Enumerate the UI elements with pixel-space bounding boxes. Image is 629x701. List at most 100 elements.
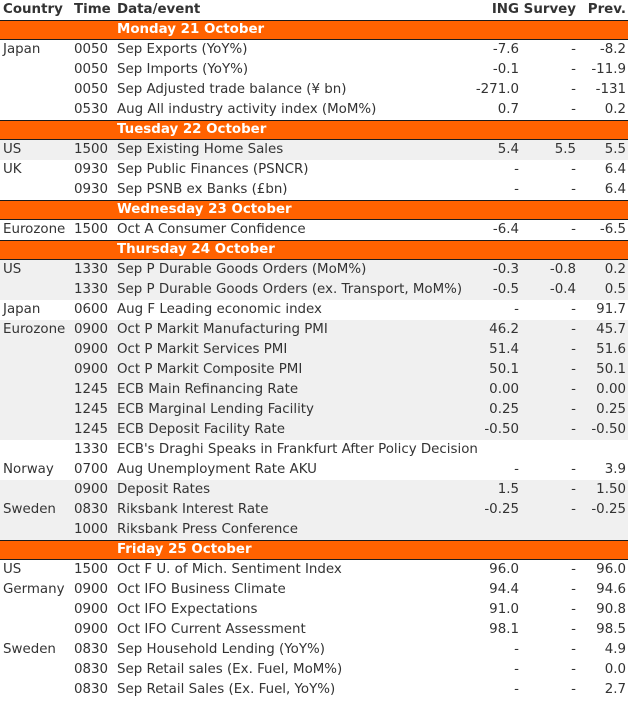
table-row: UK 0930 Sep Public Finances (PSNCR) - - 6.4	[0, 160, 628, 180]
table-row: 0050 Sep Adjusted trade balance (¥ bn) -27…	[0, 80, 628, 100]
cell-country: Eurozone	[3, 222, 66, 237]
header-row: Country Time Data/event ING Survey Prev.	[0, 0, 628, 20]
cell-ing: 94.4	[489, 582, 519, 597]
cell-time: 0530	[74, 102, 109, 117]
cell-prev: -8.2	[599, 42, 626, 57]
table-row: 0050 Sep Imports (YoY%) -0.1 - -11.9	[0, 60, 628, 80]
cell-country: Eurozone	[3, 322, 66, 337]
cell-survey: -	[571, 502, 576, 517]
cell-time: 0900	[74, 322, 109, 337]
cell-survey: -	[571, 462, 576, 477]
cell-country: Norway	[3, 462, 54, 477]
cell-country: Japan	[3, 42, 41, 57]
cell-ing: -6.4	[492, 222, 519, 237]
cell-time: 0930	[74, 182, 109, 197]
cell-time: 0900	[74, 602, 109, 617]
cell-time: 1500	[74, 142, 109, 157]
cell-time: 1500	[74, 562, 109, 577]
cell-event: Oct IFO Business Climate	[117, 582, 286, 597]
cell-event: Riksbank Press Conference	[117, 522, 298, 537]
cell-prev: 94.6	[596, 582, 626, 597]
cell-survey: -0.8	[549, 262, 576, 277]
cell-event: Sep Household Lending (YoY%)	[117, 642, 325, 657]
cell-event: Sep PSNB ex Banks (£bn)	[117, 182, 288, 197]
cell-survey: -0.4	[549, 282, 576, 297]
cell-event: Sep Exports (YoY%)	[117, 42, 248, 57]
cell-time: 1500	[74, 222, 109, 237]
table-row: 0900 Oct P Markit Composite PMI 50.1 - 50.1	[0, 360, 628, 380]
cell-ing: 46.2	[489, 322, 519, 337]
cell-ing: 98.1	[489, 622, 519, 637]
cell-ing: 0.7	[497, 102, 519, 117]
day-label: Monday 21 October	[117, 22, 265, 37]
cell-time: 0830	[74, 682, 109, 697]
cell-prev: 0.5	[604, 282, 626, 297]
cell-survey: -	[571, 562, 576, 577]
cell-country: Sweden	[3, 642, 56, 657]
cell-time: 0050	[74, 82, 109, 97]
cell-time: 0600	[74, 302, 109, 317]
cell-ing: -0.5	[492, 282, 519, 297]
cell-prev: 98.5	[596, 622, 626, 637]
cell-time: 0830	[74, 642, 109, 657]
day-label: Friday 25 October	[117, 542, 252, 557]
cell-ing: -7.6	[492, 42, 519, 57]
cell-survey: -	[571, 42, 576, 57]
cell-survey: -	[571, 182, 576, 197]
table-body: Monday 21 October Japan 0050 Sep Exports (Y…	[0, 20, 628, 700]
cell-time: 1000	[74, 522, 109, 537]
cell-prev: 0.00	[596, 382, 626, 397]
cell-event: ECB's Draghi Speaks in Frankfurt After P…	[117, 442, 478, 457]
cell-time: 0930	[74, 162, 109, 177]
cell-event: Oct IFO Expectations	[117, 602, 258, 617]
cell-survey: -	[571, 62, 576, 77]
day-header: Friday 25 October	[0, 540, 628, 560]
cell-prev: -0.50	[591, 422, 626, 437]
table-row: 1245 ECB Marginal Lending Facility 0.25 - 0.…	[0, 400, 628, 420]
table-row: 0900 Oct IFO Current Assessment 98.1 - 98.5	[0, 620, 628, 640]
header-event: Data/event	[117, 2, 201, 17]
cell-event: Sep Retail Sales (Ex. Fuel, YoY%)	[117, 682, 336, 697]
cell-country: US	[3, 562, 22, 577]
cell-time: 1330	[74, 282, 109, 297]
cell-event: Sep Retail sales (Ex. Fuel, MoM%)	[117, 662, 343, 677]
cell-prev: 45.7	[596, 322, 626, 337]
header-country: Country	[3, 2, 63, 17]
cell-event: ECB Marginal Lending Facility	[117, 402, 314, 417]
day-label: Tuesday 22 October	[117, 122, 267, 137]
cell-prev: 5.5	[604, 142, 626, 157]
table-row: Germany 0900 Oct IFO Business Climate 94.4 -…	[0, 580, 628, 600]
cell-ing: 0.25	[489, 402, 519, 417]
table-row: 0900 Oct IFO Expectations 91.0 - 90.8	[0, 600, 628, 620]
day-label: Thursday 24 October	[117, 242, 275, 257]
cell-time: 0900	[74, 342, 109, 357]
cell-prev: -131	[595, 82, 626, 97]
cell-event: Sep P Durable Goods Orders (MoM%)	[117, 262, 367, 277]
cell-prev: -11.9	[591, 62, 626, 77]
table-row: 1330 Sep P Durable Goods Orders (ex. Tran…	[0, 280, 628, 300]
cell-prev: 96.0	[596, 562, 626, 577]
cell-country: US	[3, 262, 22, 277]
cell-survey: -	[571, 382, 576, 397]
cell-prev: 51.6	[596, 342, 626, 357]
cell-prev: 0.0	[604, 662, 626, 677]
header-ing: ING	[491, 2, 519, 17]
cell-event: Oct P Markit Manufacturing PMI	[117, 322, 328, 337]
cell-event: Oct A Consumer Confidence	[117, 222, 306, 237]
header-time: Time	[74, 2, 111, 17]
cell-event: Aug All industry activity index (MoM%)	[117, 102, 377, 117]
table-row: 0930 Sep PSNB ex Banks (£bn) - - 6.4	[0, 180, 628, 200]
day-label: Wednesday 23 October	[117, 202, 292, 217]
cell-event: Oct F U. of Mich. Sentiment Index	[117, 562, 342, 577]
cell-survey: -	[571, 302, 576, 317]
cell-survey: -	[571, 682, 576, 697]
cell-prev: 2.7	[604, 682, 626, 697]
header-survey: Survey	[523, 2, 576, 17]
table-row: 0900 Oct P Markit Services PMI 51.4 - 51.6	[0, 340, 628, 360]
day-header: Wednesday 23 October	[0, 200, 628, 220]
cell-prev: 3.9	[604, 462, 626, 477]
cell-ing: 5.4	[497, 142, 519, 157]
cell-prev: 6.4	[604, 182, 626, 197]
cell-survey: -	[571, 402, 576, 417]
cell-prev: 6.4	[604, 162, 626, 177]
